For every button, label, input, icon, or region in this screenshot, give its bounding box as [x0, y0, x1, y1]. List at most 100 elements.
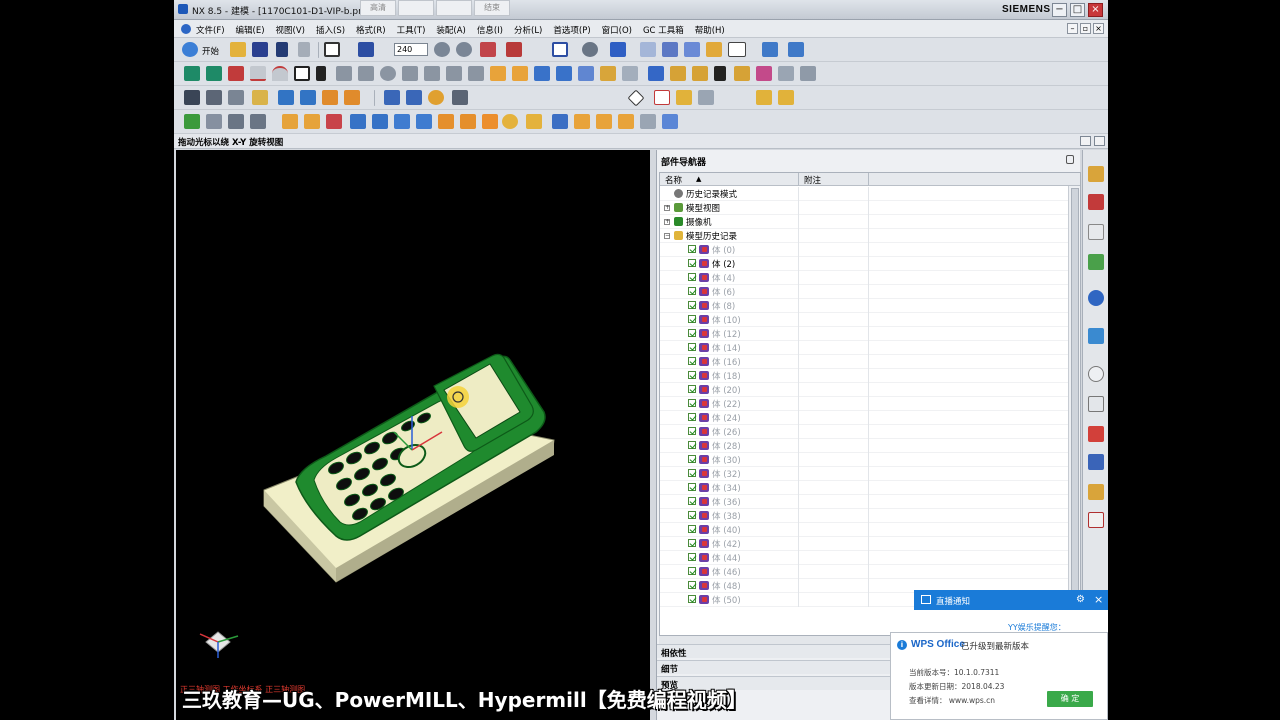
start-icon[interactable]: [182, 42, 198, 57]
wcs-icon[interactable]: [762, 42, 778, 57]
feature-checkbox[interactable]: [688, 329, 696, 337]
doc-restore-button[interactable]: ▫: [1080, 23, 1091, 34]
intersect-curve-icon[interactable]: [380, 66, 396, 81]
feature-row[interactable]: 体 (30): [660, 453, 1068, 467]
feature-checkbox[interactable]: [688, 413, 696, 421]
arc-icon[interactable]: [272, 66, 288, 81]
feature-checkbox[interactable]: [688, 399, 696, 407]
pad-icon[interactable]: [578, 66, 594, 81]
intersect-icon[interactable]: [714, 66, 726, 81]
wcs-orient-icon[interactable]: [788, 42, 804, 57]
component-icon[interactable]: [778, 90, 794, 105]
datum-icon[interactable]: [228, 66, 244, 81]
sort-ascending-icon[interactable]: ▲: [696, 175, 701, 187]
open-icon[interactable]: [230, 42, 246, 57]
column-name[interactable]: 名称: [665, 174, 682, 186]
process-studio-icon[interactable]: [1088, 396, 1104, 412]
feature-checkbox[interactable]: [688, 581, 696, 589]
measure-icon[interactable]: [384, 90, 400, 105]
feature-checkbox[interactable]: [688, 301, 696, 309]
feature-checkbox[interactable]: [688, 539, 696, 547]
sew-icon[interactable]: [482, 114, 498, 129]
text-icon[interactable]: [316, 66, 326, 81]
wireframe-icon[interactable]: [640, 42, 656, 57]
background-icon[interactable]: [728, 42, 746, 57]
column-note[interactable]: 附注: [804, 174, 821, 186]
bounded-plane-icon[interactable]: [552, 114, 568, 129]
collapse-icon[interactable]: −: [664, 233, 670, 239]
chamfer-icon[interactable]: [394, 114, 410, 129]
patch-icon[interactable]: [526, 114, 542, 129]
navigator-scrollbar[interactable]: [1068, 186, 1080, 635]
reorder-icon[interactable]: [252, 90, 268, 105]
studio-surface-icon[interactable]: [574, 114, 590, 129]
draft-icon[interactable]: [622, 66, 638, 81]
swept-icon[interactable]: [304, 114, 320, 129]
feature-checkbox[interactable]: [688, 441, 696, 449]
trim-curve-icon[interactable]: [424, 66, 440, 81]
feature-row[interactable]: 体 (28): [660, 439, 1068, 453]
thicken-icon[interactable]: [800, 66, 816, 81]
join-curve-icon[interactable]: [468, 66, 484, 81]
menu-insert[interactable]: 插入(S): [316, 24, 345, 36]
shell-icon[interactable]: [778, 66, 794, 81]
feature-row[interactable]: 体 (38): [660, 509, 1068, 523]
line-icon[interactable]: [250, 66, 266, 81]
graphics-viewport[interactable]: 正三轴测图 工作坐标系 正三轴测图: [176, 150, 650, 720]
feature-list-icon[interactable]: [228, 90, 244, 105]
rectangle-icon[interactable]: [294, 66, 310, 81]
rotate-icon[interactable]: [456, 42, 472, 57]
tree-node[interactable]: − 模型历史记录: [660, 229, 1068, 243]
feature-checkbox[interactable]: [688, 525, 696, 533]
pin-icon[interactable]: [1066, 155, 1074, 164]
feature-checkbox[interactable]: [688, 385, 696, 393]
system-materials-icon[interactable]: [1088, 484, 1104, 500]
assembly-navigator-icon[interactable]: [1088, 166, 1104, 182]
measure-distance-icon[interactable]: [406, 90, 422, 105]
restore-pane-icon[interactable]: [1080, 136, 1091, 146]
extract-curve-icon[interactable]: [402, 66, 418, 81]
select-icon[interactable]: [228, 114, 244, 129]
clock-icon[interactable]: [1088, 366, 1104, 382]
menu-window[interactable]: 窗口(O): [602, 24, 632, 36]
render-style-icon[interactable]: [582, 42, 598, 57]
drawing-sheet-icon[interactable]: [654, 90, 670, 105]
feature-checkbox[interactable]: [688, 343, 696, 351]
feature-checkbox[interactable]: [688, 245, 696, 253]
feature-checkbox[interactable]: [688, 483, 696, 491]
move-face-icon[interactable]: [278, 90, 294, 105]
menu-tools[interactable]: 工具(T): [397, 24, 426, 36]
pan-icon[interactable]: [480, 42, 496, 57]
trim-body-icon[interactable]: [734, 66, 750, 81]
snap-point-icon[interactable]: [250, 114, 266, 129]
feature-row[interactable]: 体 (8): [660, 299, 1068, 313]
feature-checkbox[interactable]: [688, 595, 696, 603]
tree-node[interactable]: + 摄像机: [660, 215, 1068, 229]
menu-analysis[interactable]: 分析(L): [514, 24, 542, 36]
pattern-icon[interactable]: [648, 66, 664, 81]
maximize-button[interactable]: □: [1070, 3, 1085, 17]
menu-preferences[interactable]: 首选项(P): [553, 24, 590, 36]
feature-checkbox[interactable]: [688, 469, 696, 477]
feature-checkbox[interactable]: [688, 287, 696, 295]
transition-icon[interactable]: [618, 114, 634, 129]
offset-region-icon[interactable]: [322, 90, 338, 105]
feature-row[interactable]: 体 (20): [660, 383, 1068, 397]
select-filter-icon[interactable]: [206, 114, 222, 129]
minimize-button[interactable]: −: [1052, 3, 1067, 17]
triangle-icon[interactable]: [627, 89, 645, 107]
feature-row[interactable]: 体 (6): [660, 285, 1068, 299]
feature-row[interactable]: 体 (12): [660, 327, 1068, 341]
column-divider[interactable]: [868, 173, 869, 186]
palette-icon[interactable]: [1088, 512, 1104, 528]
replace-face-icon[interactable]: [344, 90, 360, 105]
feature-row[interactable]: 体 (0): [660, 243, 1068, 257]
bridge-curve-icon[interactable]: [446, 66, 462, 81]
gear-icon[interactable]: ⚙: [1076, 594, 1085, 605]
phone-model[interactable]: [176, 150, 650, 720]
app-menu-icon[interactable]: [181, 24, 191, 34]
fit-icon[interactable]: [434, 42, 450, 57]
tree-node[interactable]: 历史记录模式: [660, 187, 1068, 201]
redo-icon[interactable]: [298, 42, 310, 57]
scrollbar-thumb[interactable]: [1071, 188, 1079, 618]
